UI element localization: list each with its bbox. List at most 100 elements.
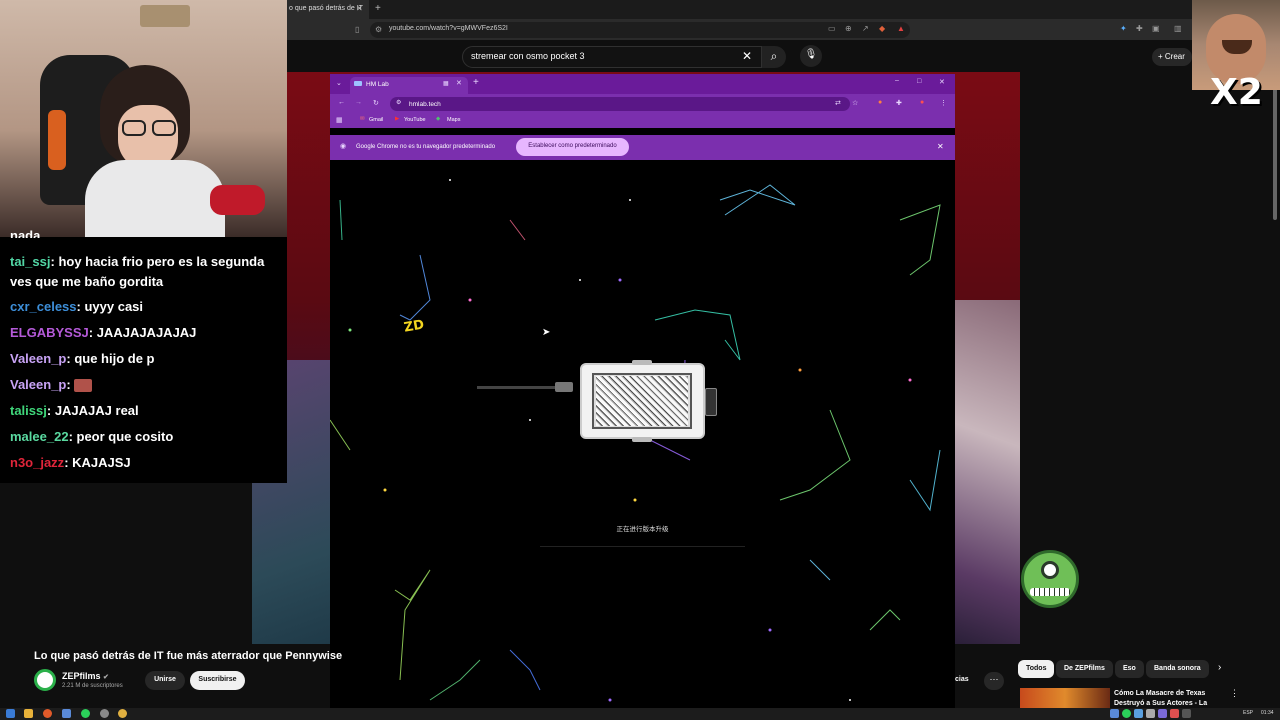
translate-icon[interactable]: ⇄ (835, 99, 841, 107)
glasses-left (122, 120, 146, 136)
inner-active-tab[interactable]: HM Lab (350, 77, 468, 94)
telegram-icon[interactable] (62, 709, 71, 718)
microphone-icon[interactable]: 🎙 (800, 45, 822, 67)
chevron-right-icon[interactable]: › (1218, 662, 1221, 673)
tray-discord-icon[interactable] (1158, 709, 1167, 718)
infobar-close-icon[interactable]: ✕ (937, 142, 944, 151)
chrome-icon[interactable] (118, 709, 127, 718)
infobar-message: Google Chrome no es tu navegador predete… (356, 144, 496, 150)
outer-tab-strip (287, 0, 1280, 19)
language-indicator[interactable]: ESP (1243, 710, 1253, 716)
inner-bookmarks-bar: ▦ ✉ Gmail ▶ YouTube ◆ Maps (330, 113, 955, 128)
bookmark-maps[interactable]: Maps (447, 117, 460, 123)
inner-extension-icon[interactable]: ● (878, 99, 882, 106)
puzzle-icon[interactable]: ✚ (1136, 24, 1143, 33)
more-actions-icon[interactable]: ⋯ (984, 672, 1004, 690)
page-scrollbar[interactable] (1273, 80, 1277, 220)
window-close-icon[interactable]: ✕ (939, 78, 945, 86)
inner-puzzle-icon[interactable]: ✚ (896, 99, 902, 107)
tray-volume-icon[interactable] (1146, 709, 1155, 718)
device-bottom-button (632, 437, 652, 442)
subscribe-button[interactable]: Suscribirse (190, 671, 245, 690)
create-button[interactable]: + Crear (1152, 48, 1192, 66)
file-explorer-icon[interactable] (24, 709, 33, 718)
channel-avatar[interactable] (34, 669, 56, 691)
chat-message: tai_ssj: hoy hacia frio pero es la segun… (10, 254, 265, 289)
chat-text: JAAJAJAJAJAJ (96, 325, 197, 340)
youtube-icon: ▶ (395, 116, 400, 122)
chip-eso[interactable]: Eso (1115, 660, 1144, 678)
reload-icon[interactable]: ↻ (373, 99, 379, 107)
brave-shield-icon[interactable]: ◆ (879, 24, 885, 33)
maximize-icon[interactable]: □ (917, 78, 921, 85)
ghost-teeth (1030, 588, 1070, 596)
chip-all[interactable]: Todos (1018, 660, 1055, 678)
tab-search-icon[interactable]: ⌄ (336, 79, 342, 87)
tray-record-icon[interactable] (1170, 709, 1179, 718)
site-info-icon[interactable]: ⚙ (375, 25, 382, 34)
back-icon[interactable]: ← (338, 99, 345, 106)
channel-name[interactable]: ZEPfilms ✔ (62, 671, 109, 681)
obs-icon[interactable] (100, 709, 109, 718)
chip-soundtrack[interactable]: Banda sonora (1146, 660, 1209, 678)
create-label: Crear (1164, 52, 1185, 61)
inner-new-tab-icon[interactable]: + (473, 77, 479, 88)
glasses-right (152, 120, 176, 136)
chat-text: JAJAJAJ real (54, 403, 139, 418)
green-ghost-sticker (1021, 550, 1079, 608)
chat-username: talissj (10, 403, 47, 418)
brave-icon[interactable] (43, 709, 52, 718)
minimize-icon[interactable]: – (895, 77, 899, 84)
tray-network-icon[interactable] (1134, 709, 1143, 718)
tray-app-icon[interactable] (1110, 709, 1119, 718)
inner-site-info-icon[interactable]: ⚙ (396, 99, 401, 106)
search-icon[interactable]: ⌕ (762, 46, 786, 68)
clock[interactable]: 01:34 (1261, 710, 1274, 716)
bookmark-icon[interactable]: ▯ (355, 25, 359, 34)
clear-search-icon[interactable]: ✕ (742, 49, 752, 63)
inner-omnibox[interactable] (390, 97, 850, 111)
inner-menu-icon[interactable]: ⋮ (940, 99, 947, 107)
inner-bookmark-star-icon[interactable]: ☆ (852, 99, 858, 107)
tray-spotify-icon[interactable] (1122, 709, 1131, 718)
inner-tab-close-icon[interactable]: ✕ (456, 79, 462, 87)
zoom-icon[interactable]: ⊕ (845, 24, 852, 33)
chat-username: tai_ssj (10, 254, 51, 269)
tray-misc-icon[interactable] (1182, 709, 1191, 718)
wall-shelf (140, 5, 190, 27)
new-tab-icon[interactable]: + (375, 3, 381, 14)
join-button[interactable]: Unirse (145, 671, 185, 690)
bookmark-youtube[interactable]: YouTube (404, 117, 426, 123)
gmail-icon: ✉ (360, 116, 365, 122)
search-query-text: stremear con osmo pocket 3 (471, 51, 585, 61)
tab-mute-icon[interactable]: ▦ (443, 80, 449, 87)
recommendation-title[interactable]: Cómo La Masacre de Texas Destruyó a Sus … (1114, 689, 1224, 709)
rewards-icon[interactable]: ▲ (897, 24, 905, 33)
set-default-button[interactable]: Establecer como predeterminado (516, 138, 629, 156)
apps-grid-icon[interactable]: ▦ (336, 116, 343, 124)
chat-username: n3o_jazz (10, 455, 65, 470)
forward-icon[interactable]: → (355, 99, 362, 106)
cast-icon[interactable]: ▭ (828, 24, 836, 33)
outer-tab-title: o que pasó detrás de IT (289, 5, 363, 12)
start-icon[interactable] (6, 709, 15, 718)
video-title: Lo que pasó detrás de IT fue más aterrad… (34, 650, 343, 662)
spotify-icon[interactable] (81, 709, 90, 718)
actions-partial-label[interactable]: cias (955, 676, 969, 683)
share-icon[interactable]: ↗ (862, 24, 869, 33)
inner-browser-window: ⌄ HM Lab ▦ ✕ + – □ ✕ ← → ↻ ⚙ hmlab.tech … (330, 74, 955, 708)
profile-avatar-icon[interactable]: ● (920, 99, 924, 106)
wallet-icon[interactable]: ▣ (1152, 24, 1160, 33)
chip-from-channel[interactable]: De ZEPfilms (1056, 660, 1113, 678)
os-taskbar (0, 708, 1280, 720)
hmlab-favicon-icon (354, 81, 362, 86)
device-screen-art (596, 376, 688, 426)
chat-message: malee_22: peor que cosito (10, 429, 174, 444)
chrome-logo-icon: ◉ (340, 143, 347, 150)
outer-tab-close-icon[interactable]: ✕ (356, 4, 363, 13)
sidebar-icon[interactable]: ▥ (1174, 24, 1182, 33)
bookmark-gmail[interactable]: Gmail (369, 117, 383, 123)
recommendation-menu-icon[interactable]: ⋮ (1230, 688, 1239, 699)
extension-icon[interactable]: ✦ (1120, 24, 1127, 33)
chat-text: KAJAJSJ (72, 455, 131, 470)
